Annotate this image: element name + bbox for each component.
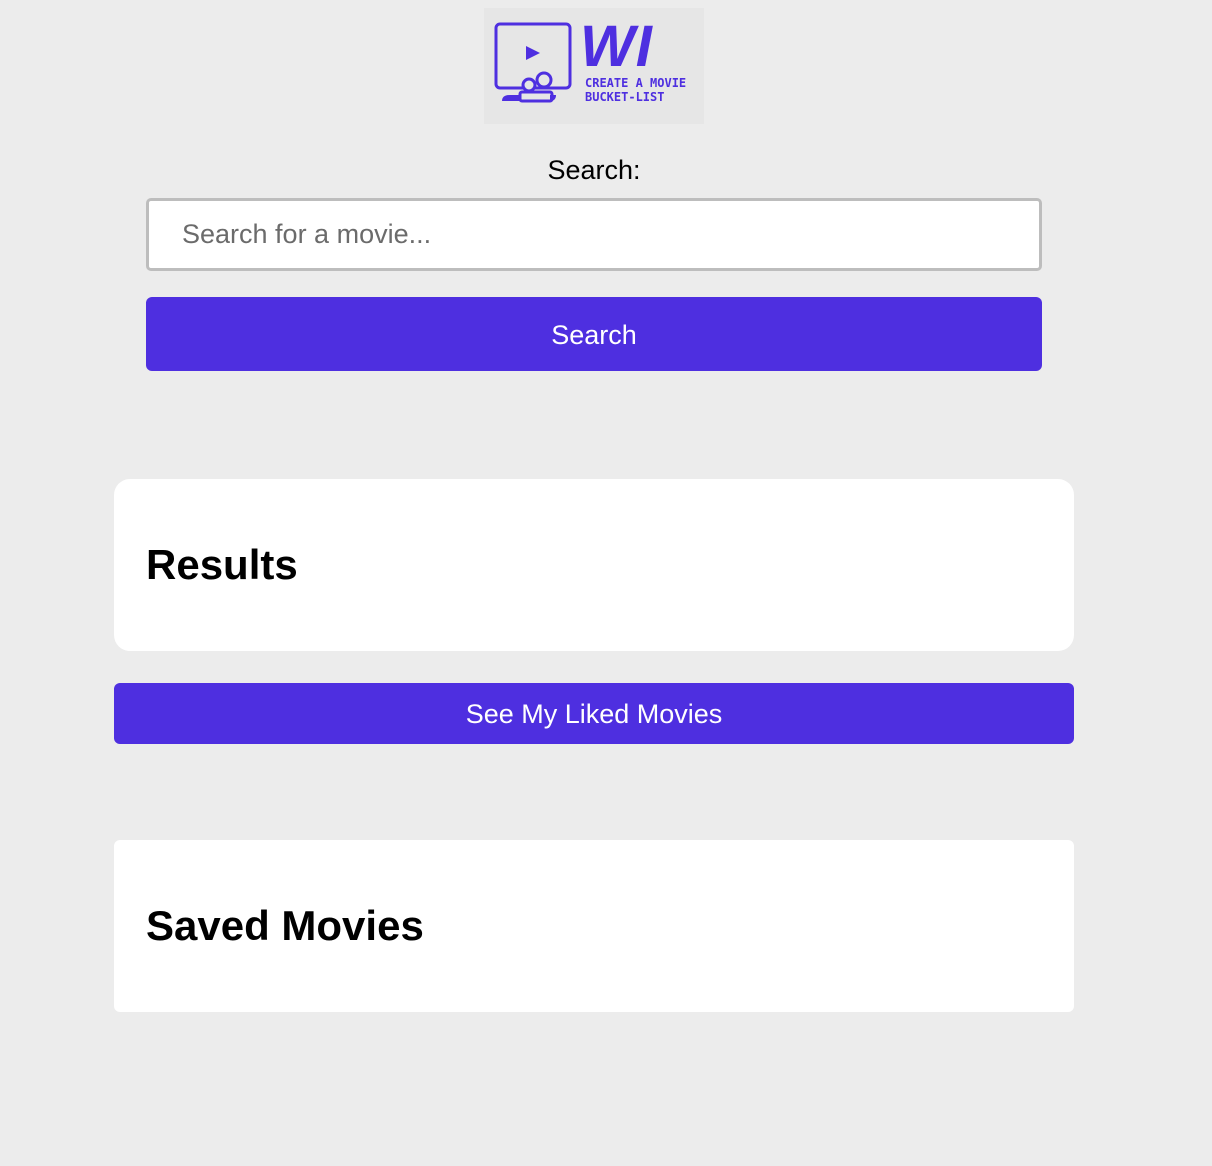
results-panel: Results bbox=[114, 479, 1074, 651]
saved-movies-panel: Saved Movies bbox=[114, 840, 1074, 1012]
movie-screen-audience-icon bbox=[494, 22, 572, 103]
logo-tagline-line2: BUCKET-LIST bbox=[585, 90, 665, 104]
search-label: Search: bbox=[547, 155, 641, 185]
search-input[interactable] bbox=[146, 198, 1042, 271]
logo-tagline-line1: CREATE A MOVIE bbox=[585, 76, 687, 90]
search-button[interactable]: Search bbox=[146, 297, 1042, 371]
see-liked-movies-button[interactable]: See My Liked Movies bbox=[114, 683, 1074, 744]
logo-wordmark: WI bbox=[580, 14, 653, 79]
results-heading: Results bbox=[146, 541, 298, 588]
saved-movies-heading: Saved Movies bbox=[146, 902, 424, 949]
app-logo: WI CREATE A MOVIE BUCKET-LIST bbox=[484, 8, 704, 124]
logo-tagline: CREATE A MOVIE BUCKET-LIST bbox=[585, 76, 686, 104]
